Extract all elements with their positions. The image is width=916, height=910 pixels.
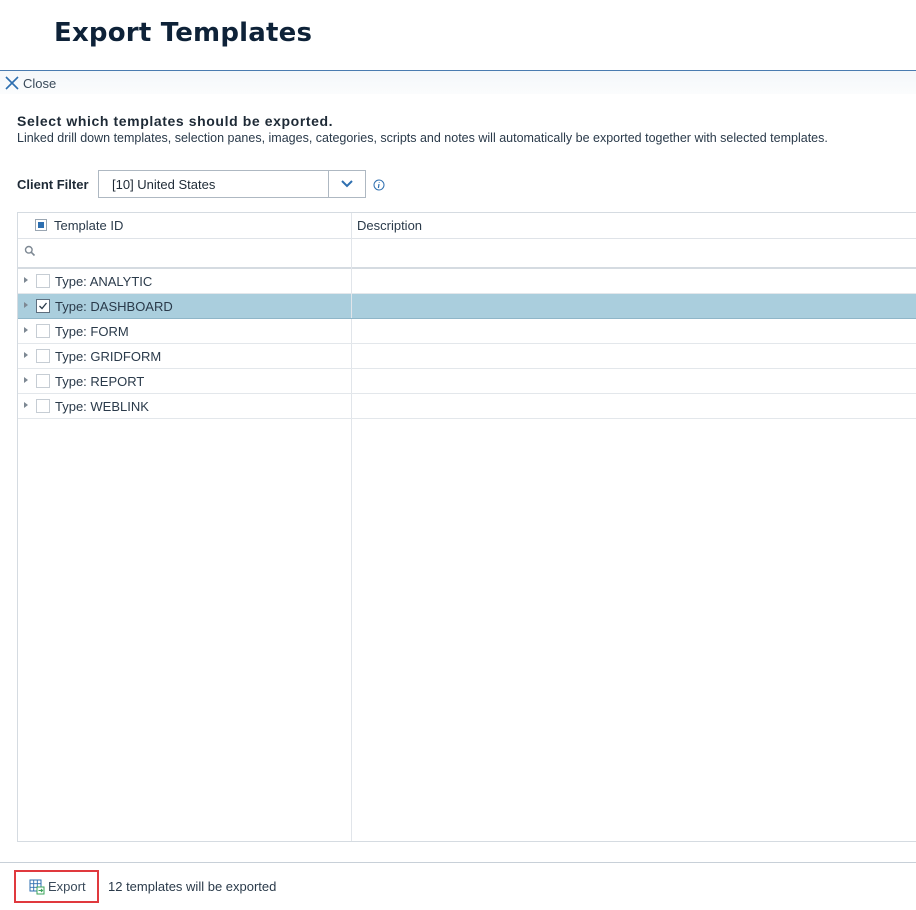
instructions-subtext: Linked drill down templates, selection p… (17, 131, 828, 145)
search-icon[interactable] (24, 245, 36, 257)
templates-grid: Template ID Description Type: ANALYTIC T… (17, 212, 916, 842)
row-checkbox[interactable] (36, 324, 50, 338)
expand-arrow-icon[interactable] (24, 277, 28, 283)
grid-header: Template ID Description (18, 213, 916, 239)
select-all-checkbox[interactable] (35, 219, 47, 231)
row-label: Type: FORM (55, 324, 129, 339)
row-checkbox[interactable] (36, 399, 50, 413)
client-filter-label: Client Filter (17, 177, 89, 192)
expand-arrow-icon[interactable] (24, 402, 28, 408)
export-label: Export (48, 879, 86, 894)
table-row[interactable]: Type: FORM (18, 319, 916, 344)
client-filter-value: [10] United States (112, 177, 216, 192)
column-divider (351, 294, 352, 318)
column-header-description[interactable]: Description (357, 218, 422, 233)
table-row[interactable]: Type: DASHBOARD (18, 294, 916, 319)
checkmark-icon (39, 302, 48, 310)
expand-arrow-icon[interactable] (24, 377, 28, 383)
table-row[interactable]: Type: GRIDFORM (18, 344, 916, 369)
close-toolbar (0, 71, 916, 94)
row-checkbox[interactable] (36, 349, 50, 363)
row-label: Type: GRIDFORM (55, 349, 162, 364)
row-label: Type: DASHBOARD (55, 299, 173, 314)
column-divider (351, 369, 352, 393)
expand-arrow-icon[interactable] (24, 352, 28, 358)
chevron-down-icon (341, 180, 353, 188)
row-checkbox[interactable] (36, 374, 50, 388)
table-row[interactable]: Type: ANALYTIC (18, 269, 916, 294)
row-checkbox[interactable] (36, 274, 50, 288)
export-button[interactable]: Export (14, 870, 99, 903)
close-label: Close (23, 75, 57, 91)
row-label: Type: WEBLINK (55, 399, 149, 414)
export-status-text: 12 templates will be exported (108, 879, 277, 894)
expand-arrow-icon[interactable] (24, 302, 28, 308)
column-divider (351, 394, 352, 418)
close-button[interactable]: Close (5, 75, 56, 91)
page-title: Export Templates (54, 18, 313, 48)
row-label: Type: REPORT (55, 374, 145, 389)
row-checkbox[interactable] (36, 299, 50, 313)
expand-arrow-icon[interactable] (24, 327, 28, 333)
export-grid-icon (29, 879, 45, 894)
table-row[interactable]: Type: REPORT (18, 369, 916, 394)
close-icon (5, 76, 19, 90)
client-filter-dropdown-button[interactable] (328, 171, 365, 197)
instructions-heading: Select which templates should be exporte… (17, 113, 334, 129)
table-row[interactable]: Type: WEBLINK (18, 394, 916, 419)
footer-divider (0, 862, 916, 863)
row-label: Type: ANALYTIC (55, 274, 153, 289)
info-icon[interactable] (373, 179, 385, 191)
column-divider (351, 269, 352, 293)
client-filter-select[interactable]: [10] United States (98, 170, 366, 198)
column-header-template-id[interactable]: Template ID (54, 218, 123, 233)
grid-filter-row (18, 238, 916, 269)
column-divider (351, 319, 352, 343)
column-divider (351, 344, 352, 368)
